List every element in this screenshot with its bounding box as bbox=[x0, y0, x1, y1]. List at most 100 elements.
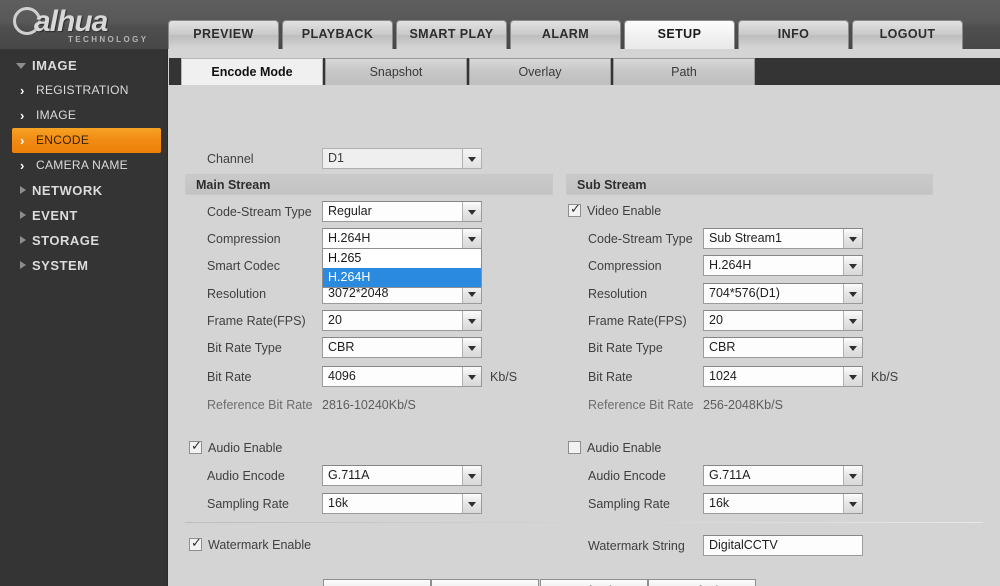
sidebar-item-network[interactable]: NETWORK bbox=[0, 178, 167, 203]
sub-bit-rate-select[interactable]: 1024 bbox=[703, 366, 863, 387]
main-bit-rate-type-value: CBR bbox=[328, 340, 355, 354]
checkbox-unchecked-icon bbox=[568, 441, 581, 454]
main-bit-rate-select[interactable]: 4096 bbox=[322, 366, 482, 387]
sub-bit-rate-type-value: CBR bbox=[709, 340, 736, 354]
refresh-button[interactable]: Refresh bbox=[540, 579, 648, 586]
channel-label: Channel bbox=[207, 152, 254, 166]
chevron-down-icon bbox=[462, 466, 481, 485]
sub-code-stream-type-value: Sub Stream1 bbox=[709, 231, 782, 245]
main-audio-encode-value: G.711A bbox=[328, 468, 370, 482]
sidebar-item-storage[interactable]: STORAGE bbox=[0, 228, 167, 253]
sub-reference-bit-rate-value: 256-2048Kb/S bbox=[703, 398, 783, 412]
sidebar-label-event: EVENT bbox=[32, 208, 78, 223]
chevron-down-icon bbox=[843, 311, 862, 330]
nav-tab-info[interactable]: INFO bbox=[738, 20, 849, 49]
main-compression-value: H.264H bbox=[328, 231, 371, 245]
chevron-right-icon: › bbox=[20, 158, 25, 173]
nav-tab-logout[interactable]: LOGOUT bbox=[852, 20, 963, 49]
tab-snapshot[interactable]: Snapshot bbox=[325, 58, 467, 85]
dropdown-option-h264h[interactable]: H.264H bbox=[323, 268, 481, 287]
main-resolution-label: Resolution bbox=[207, 287, 267, 301]
chevron-down-icon bbox=[843, 256, 862, 275]
main-bit-rate-type-select[interactable]: CBR bbox=[322, 337, 482, 358]
main-bit-rate-value: 4096 bbox=[328, 369, 356, 383]
sub-code-stream-type-select[interactable]: Sub Stream1 bbox=[703, 228, 863, 249]
sidebar-label-encode: ENCODE bbox=[36, 133, 90, 147]
main-frame-rate-label: Frame Rate(FPS) bbox=[207, 314, 306, 328]
chevron-down-icon bbox=[843, 229, 862, 248]
main-smart-codec-label: Smart Codec bbox=[207, 259, 280, 273]
sub-frame-rate-value: 20 bbox=[709, 313, 723, 327]
main-frame-rate-select[interactable]: 20 bbox=[322, 310, 482, 331]
sub-bit-rate-type-select[interactable]: CBR bbox=[703, 337, 863, 358]
sub-bit-rate-unit: Kb/S bbox=[871, 370, 899, 384]
main-bit-rate-label: Bit Rate bbox=[207, 370, 252, 384]
sub-bit-rate-type-label: Bit Rate Type bbox=[588, 341, 663, 355]
section-divider bbox=[185, 522, 983, 523]
watermark-string-input[interactable]: DigitalCCTV bbox=[703, 535, 863, 556]
chevron-down-icon bbox=[843, 494, 862, 513]
dahua-logo: alhua TECHNOLOGY bbox=[8, 2, 168, 46]
sidebar-item-image-group[interactable]: IMAGE bbox=[0, 53, 167, 78]
main-watermark-enable-label: Watermark Enable bbox=[208, 538, 312, 552]
chevron-right-icon: › bbox=[20, 108, 25, 123]
nav-tab-alarm[interactable]: ALARM bbox=[510, 20, 621, 49]
main-sampling-rate-select[interactable]: 16k bbox=[322, 493, 482, 514]
sub-sampling-rate-value: 16k bbox=[709, 496, 730, 510]
sub-video-enable-label: Video Enable bbox=[587, 204, 662, 218]
main-code-stream-type-label: Code-Stream Type bbox=[207, 205, 312, 219]
sub-resolution-select[interactable]: 704*576(D1) bbox=[703, 283, 863, 304]
tab-overlay[interactable]: Overlay bbox=[469, 58, 611, 85]
dropdown-option-h265[interactable]: H.265 bbox=[323, 249, 481, 268]
sidebar-item-image[interactable]: › IMAGE bbox=[0, 103, 167, 128]
chevron-right-icon: › bbox=[20, 133, 25, 148]
sidebar-item-encode[interactable]: › ENCODE bbox=[12, 128, 161, 153]
chevron-down-icon bbox=[462, 202, 481, 221]
sidebar-label-system: SYSTEM bbox=[32, 258, 89, 273]
sidebar-label-camera-name: CAMERA NAME bbox=[36, 158, 128, 172]
sidebar-item-camera-name[interactable]: › CAMERA NAME bbox=[0, 153, 167, 178]
nav-tab-preview[interactable]: PREVIEW bbox=[168, 20, 279, 49]
sidebar-item-registration[interactable]: › REGISTRATION bbox=[0, 78, 167, 103]
chevron-down-icon bbox=[462, 494, 481, 513]
sub-sampling-rate-select[interactable]: 16k bbox=[703, 493, 863, 514]
subtab-bar: Encode Mode Snapshot Overlay Path bbox=[181, 58, 755, 85]
sub-audio-encode-select[interactable]: G.711A bbox=[703, 465, 863, 486]
sub-audio-enable-label: Audio Enable bbox=[587, 441, 662, 455]
caret-right-icon bbox=[20, 261, 26, 269]
sub-resolution-value: 704*576(D1) bbox=[709, 286, 780, 300]
sub-frame-rate-select[interactable]: 20 bbox=[703, 310, 863, 331]
logo-wordmark: alhua bbox=[34, 5, 108, 38]
main-bit-rate-type-label: Bit Rate Type bbox=[207, 341, 282, 355]
default-button[interactable]: Default bbox=[648, 579, 756, 586]
ok-button[interactable]: OK bbox=[431, 579, 539, 586]
checkbox-checked-icon bbox=[189, 535, 202, 551]
tab-path[interactable]: Path bbox=[613, 58, 755, 85]
sub-compression-label: Compression bbox=[588, 259, 662, 273]
sidebar-item-system[interactable]: SYSTEM bbox=[0, 253, 167, 278]
checkbox-checked-icon bbox=[189, 438, 202, 454]
sub-compression-select[interactable]: H.264H bbox=[703, 255, 863, 276]
logo-tagline: TECHNOLOGY bbox=[68, 35, 149, 44]
nav-tab-playback[interactable]: PLAYBACK bbox=[282, 20, 393, 49]
sidebar-label-network: NETWORK bbox=[32, 183, 103, 198]
sidebar-label-image-group: IMAGE bbox=[32, 58, 78, 73]
content-area: Encode Mode Snapshot Overlay Path Channe… bbox=[169, 49, 1000, 586]
chevron-down-icon bbox=[462, 229, 481, 248]
caret-down-icon bbox=[16, 63, 26, 69]
copy-button[interactable]: Copy bbox=[323, 579, 431, 586]
main-compression-dropdown-list[interactable]: H.265 H.264H bbox=[322, 248, 482, 288]
main-code-stream-type-select[interactable]: Regular bbox=[322, 201, 482, 222]
main-reference-bit-rate-label: Reference Bit Rate bbox=[207, 398, 313, 412]
sub-bit-rate-value: 1024 bbox=[709, 369, 737, 383]
sidebar-item-event[interactable]: EVENT bbox=[0, 203, 167, 228]
nav-tab-setup[interactable]: SETUP bbox=[624, 20, 735, 49]
main-audio-encode-select[interactable]: G.711A bbox=[322, 465, 482, 486]
tab-encode-mode[interactable]: Encode Mode bbox=[181, 58, 323, 85]
main-audio-encode-label: Audio Encode bbox=[207, 469, 285, 483]
main-compression-select[interactable]: H.264H bbox=[322, 228, 482, 249]
channel-select[interactable]: D1 bbox=[322, 148, 482, 169]
checkbox-checked-icon bbox=[568, 201, 581, 217]
nav-tab-smart-play[interactable]: SMART PLAY bbox=[396, 20, 507, 49]
sidebar-label-storage: STORAGE bbox=[32, 233, 100, 248]
